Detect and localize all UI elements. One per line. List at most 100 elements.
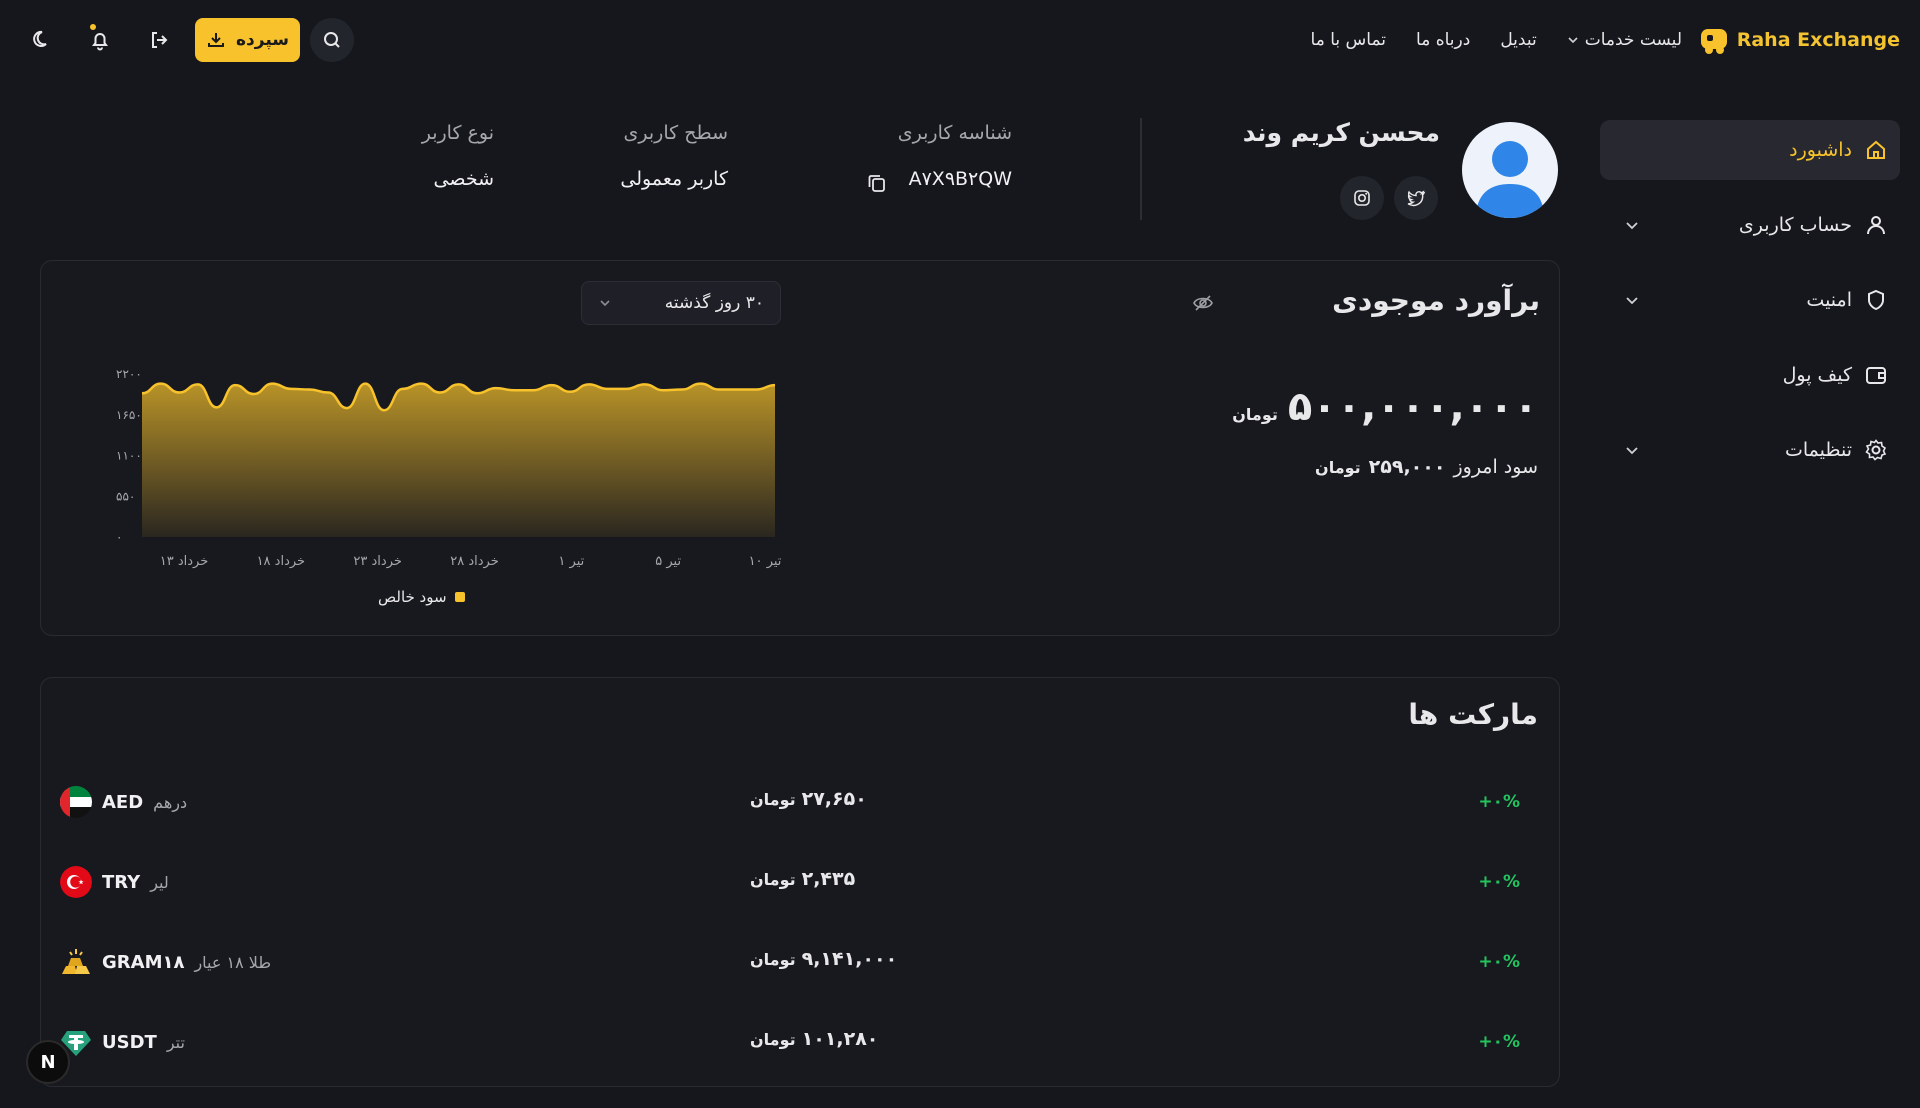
coin-symbol: AED [102, 791, 144, 813]
brand-name: Raha Exchange [1736, 29, 1900, 51]
y-tick-label: ۰ [116, 530, 122, 544]
download-icon [206, 30, 226, 50]
search-button[interactable] [310, 18, 354, 62]
today-profit-label: سود امروز [1453, 456, 1538, 478]
market-row-try[interactable]: TRY لیر ۲,۴۳۵ تومان +۰% [60, 860, 1540, 904]
chart-area [142, 383, 775, 537]
price-value: ۹,۱۴۱,۰۰۰ [801, 948, 898, 970]
home-icon [1864, 138, 1888, 162]
period-select[interactable]: ۳۰ روز گذشته [581, 281, 781, 325]
y-tick-label: ۲۲۰۰ [116, 367, 142, 381]
bell-icon [89, 29, 111, 51]
main-nav: لیست خدمات تبدیل درباه ما تماس با ما [1311, 26, 1682, 54]
gold-bar-icon [60, 946, 92, 978]
price-unit: تومان [750, 790, 796, 809]
y-tick-label: ۱۶۵۰ [116, 408, 142, 422]
coin-name: لیر [150, 872, 169, 892]
nav-convert[interactable]: تبدیل [1500, 30, 1536, 50]
sidebar-item-label: حساب کاربری [1738, 214, 1852, 236]
y-tick-label: ۵۵۰ [116, 489, 135, 503]
brand-logo[interactable]: Raha Exchange [1699, 24, 1900, 56]
user-name: محسن کریم وند [1242, 118, 1440, 147]
today-profit-value: ۲۵۹,۰۰۰ [1368, 456, 1446, 478]
search-icon [322, 30, 342, 50]
period-select-value: ۳۰ روز گذشته [664, 293, 764, 313]
chevron-down-icon [1624, 292, 1640, 308]
market-row-usdt[interactable]: USDT تتر ۱۰۱,۲۸۰ تومان +۰% [60, 1020, 1540, 1064]
chevron-down-icon [1567, 34, 1579, 46]
coin-symbol: TRY [102, 871, 141, 893]
avatar[interactable] [1462, 122, 1558, 218]
sidebar-item-settings[interactable]: تنظیمات [1600, 420, 1900, 480]
market-price: ۹,۱۴۱,۰۰۰ تومان [750, 948, 897, 970]
instagram-icon [1352, 188, 1372, 208]
chevron-down-icon [598, 296, 612, 310]
logout-icon [148, 29, 170, 51]
chart-legend: سود خالص [378, 588, 465, 606]
turkey-flag-icon [60, 866, 92, 898]
twitter-icon [1406, 188, 1426, 208]
y-tick-label: ۱۱۰۰ [116, 449, 142, 463]
market-coin: TRY لیر [60, 866, 169, 898]
hide-balance-button[interactable] [1192, 292, 1214, 314]
markets-title: مارکت ها [1408, 698, 1538, 731]
twitter-button[interactable] [1394, 176, 1438, 220]
sidebar-item-security[interactable]: امنیت [1600, 270, 1900, 330]
price-value: ۲,۴۳۵ [801, 868, 856, 890]
x-tick-label: ۲۸ خرداد [450, 554, 499, 569]
price-value: ۱۰۱,۲۸۰ [801, 1028, 879, 1050]
user-type-label: نوع کاربر [421, 122, 494, 144]
coin-symbol: USDT [102, 1031, 157, 1053]
market-change: +۰% [1478, 952, 1520, 972]
nav-about-label: درباه ما [1416, 30, 1471, 50]
uae-flag-icon [60, 786, 92, 818]
market-row-gram18[interactable]: GRAM۱۸ طلا ۱۸ عیار ۹,۱۴۱,۰۰۰ تومان +۰% [60, 940, 1540, 984]
chevron-down-icon [1624, 442, 1640, 458]
nav-about[interactable]: درباه ما [1416, 30, 1470, 50]
balance-chart: ۰ ۵۵۰ ۱۱۰۰ ۱۶۵۰ ۲۲۰۰ ۱۳ خرداد ۱۸ خرداد ۲۳ خرداد… [116, 367, 782, 569]
sidebar: داشبورد حساب کاربری امنیت کیف پول تنظیما… [1600, 120, 1900, 495]
user-icon [1864, 213, 1888, 237]
gear-icon [1864, 438, 1888, 462]
coin-name: طلا ۱۸ عیار [194, 952, 272, 972]
copy-id-button[interactable] [866, 172, 888, 194]
deposit-label: سپرده [236, 30, 289, 50]
notification-dot [90, 24, 96, 30]
copy-icon [866, 172, 888, 194]
market-row-aed[interactable]: AED درهم ۲۷,۶۵۰ تومان +۰% [60, 780, 1540, 824]
nav-convert-label: تبدیل [1500, 30, 1537, 50]
coin-name: درهم [153, 792, 188, 812]
price-unit: تومان [750, 870, 796, 889]
sidebar-item-label: کیف پول [1782, 364, 1852, 386]
logout-button[interactable] [137, 18, 181, 62]
sidebar-item-dashboard[interactable]: داشبورد [1600, 120, 1900, 180]
today-profit-unit: تومان [1315, 458, 1361, 477]
dev-tools-button[interactable]: N [26, 1040, 70, 1084]
nav-services[interactable]: لیست خدمات [1567, 30, 1682, 50]
deposit-button[interactable]: سپرده [195, 18, 300, 62]
sidebar-item-wallet[interactable]: کیف پول [1600, 345, 1900, 405]
shield-icon [1864, 288, 1888, 312]
balance-title: برآورد موجودی [1332, 284, 1540, 317]
market-price: ۲۷,۶۵۰ تومان [750, 788, 867, 810]
balance-unit: تومان [1232, 405, 1278, 424]
theme-toggle[interactable] [20, 18, 64, 62]
nav-contact[interactable]: تماس با ما [1311, 30, 1387, 50]
sidebar-item-account[interactable]: حساب کاربری [1600, 195, 1900, 255]
sidebar-item-label: تنظیمات [1784, 439, 1852, 461]
price-value: ۲۷,۶۵۰ [801, 788, 867, 810]
notifications-button[interactable] [78, 18, 122, 62]
nav-contact-label: تماس با ما [1310, 30, 1387, 50]
user-level-label: سطح کاربری [623, 122, 728, 144]
x-tick-label: ۱۰ تیر [749, 554, 782, 569]
eye-off-icon [1192, 292, 1214, 314]
x-tick-label: ۱۸ خرداد [257, 554, 306, 569]
user-id-value: A۷X۹B۲QW [908, 168, 1012, 190]
market-price: ۲,۴۳۵ تومان [750, 868, 855, 890]
instagram-button[interactable] [1340, 176, 1384, 220]
market-price: ۱۰۱,۲۸۰ تومان [750, 1028, 878, 1050]
market-change: +۰% [1478, 792, 1520, 812]
wallet-icon [1864, 363, 1888, 387]
price-unit: تومان [750, 1030, 796, 1049]
nav-services-label: لیست خدمات [1584, 30, 1682, 50]
